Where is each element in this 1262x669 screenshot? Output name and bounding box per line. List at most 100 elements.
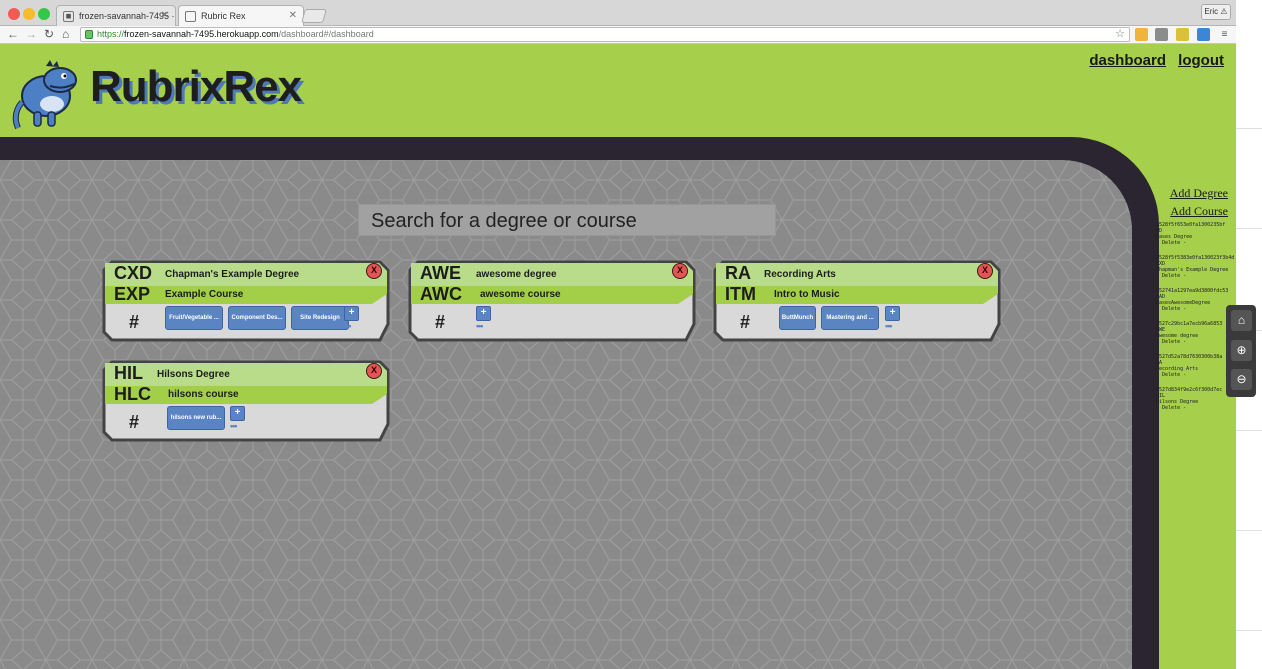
maximize-window-button[interactable] <box>38 8 50 20</box>
delete-link[interactable]: - Delete - <box>1156 372 1236 378</box>
rubric-chip[interactable]: Fruit/Vegetable ... <box>165 306 223 330</box>
search-input[interactable]: Search for a degree or course <box>358 204 776 236</box>
url-scheme: https:// <box>97 29 125 39</box>
degree-name: awesome degree <box>476 269 557 280</box>
course-name: awesome course <box>480 289 561 300</box>
top-nav: dashboard logout <box>1081 52 1224 69</box>
sidebar-degree-entry: 5528f5f653e0fa1300235bf BD Kases Degree … <box>1156 222 1236 246</box>
dinosaur-logo-icon <box>8 56 88 141</box>
delete-link[interactable]: - Delete - <box>1156 273 1236 279</box>
minimize-window-button[interactable] <box>23 8 35 20</box>
add-course-link[interactable]: Add Course <box>1156 204 1236 219</box>
new-tab-button[interactable] <box>301 9 327 23</box>
course-name: Example Course <box>165 289 244 300</box>
sidebar-degree-entry: 552741a1297ea9d3800fdc53 KAD KasesAwesom… <box>1156 288 1236 312</box>
delete-link[interactable]: - Delete - <box>1156 405 1236 411</box>
delete-degree-button[interactable]: X <box>366 363 382 379</box>
degree-sidebar: Add Degree Add Course 5528f5f653e0fa1300… <box>1156 186 1236 420</box>
delete-degree-button[interactable]: X <box>977 263 993 279</box>
zoom-in-icon[interactable]: ⊕ <box>1231 340 1252 361</box>
rubric-chip[interactable]: Mastering and ... <box>821 306 879 330</box>
home-icon[interactable]: ⌂ <box>62 27 69 41</box>
degree-code: AWE <box>420 263 462 283</box>
forward-icon[interactable]: → <box>25 27 37 41</box>
dashboard-link[interactable]: dashboard <box>1089 52 1166 69</box>
url-path: /dashboard#/dashboard <box>278 29 374 39</box>
delete-link[interactable]: - Delete - <box>1156 240 1236 246</box>
degree-name: Chapman's Example Degree <box>165 269 300 280</box>
course-number-label: # <box>129 412 140 432</box>
page: RubrixRex dashboard logout Search for a … <box>0 44 1236 669</box>
menu-icon[interactable]: ≡ <box>1218 28 1231 41</box>
course-name: hilsons course <box>168 389 239 400</box>
degree-id: 552741a1297ea9d3800fdc53 <box>1156 288 1229 294</box>
delete-link[interactable]: - Delete - <box>1156 339 1236 345</box>
course-name: Intro to Music <box>774 289 840 300</box>
more-icon[interactable]: ••• <box>230 421 238 431</box>
map-controls: ⌂ ⊕ ⊖ <box>1226 305 1256 397</box>
extension-icon[interactable] <box>1155 28 1168 41</box>
degree-card[interactable]: RA Recording Arts X ITM Intro to Music #… <box>713 260 1001 342</box>
sidebar-degree-entry: 5527d834f9e2c6f300d7ec HIL Hilsons Degre… <box>1156 387 1236 411</box>
sidebar-degree-entry: 5527c29bc1a7ecb96a6853 AWE awesome degre… <box>1156 321 1236 345</box>
browser-window: ◼ frozen-savannah-7495 · Gi ✕ Rubric Rex… <box>0 0 1236 669</box>
close-tab-icon[interactable]: ✕ <box>289 10 297 21</box>
logout-link[interactable]: logout <box>1178 52 1224 69</box>
tab-strip: ◼ frozen-savannah-7495 · Gi ✕ Rubric Rex… <box>0 0 1236 27</box>
extension-icon[interactable] <box>1176 28 1189 41</box>
lock-icon <box>85 30 93 39</box>
degree-name: Hilsons Degree <box>157 369 230 380</box>
zoom-out-icon[interactable]: ⊖ <box>1231 369 1252 390</box>
course-number-label: # <box>129 312 140 332</box>
delete-degree-button[interactable]: X <box>366 263 382 279</box>
degree-card[interactable]: CXD Chapman's Example Degree X EXP Examp… <box>102 260 390 342</box>
tab-github[interactable]: ◼ frozen-savannah-7495 · Gi ✕ <box>56 5 176 27</box>
sidebar-degree-entry: 5528f5f5383e0fa130023f3b4d CXD Chapman's… <box>1156 255 1236 279</box>
rubric-chip[interactable]: Site Redesign <box>291 306 349 330</box>
add-rubric-button[interactable]: + <box>885 306 900 321</box>
add-rubric-button[interactable]: + <box>230 406 245 421</box>
degree-card[interactable]: HIL Hilsons Degree X HLC hilsons course … <box>102 360 390 442</box>
url-domain: frozen-savannah-7495.herokuapp.com <box>124 29 279 39</box>
browser-toolbar: ← → ↻ ⌂ https://frozen-savannah-7495.her… <box>0 26 1236 44</box>
more-icon[interactable]: ••• <box>885 321 893 331</box>
add-rubric-button[interactable]: + <box>476 306 491 321</box>
delete-link[interactable]: - Delete - <box>1156 306 1236 312</box>
add-degree-link[interactable]: Add Degree <box>1156 186 1236 201</box>
sidebar-degree-entry: 5527d52a78d7630300b38a RA Recording Arts… <box>1156 354 1236 378</box>
degree-id: 5528f5f653e0fa1300235bf <box>1156 222 1226 228</box>
profile-button[interactable]: Eric ⚠ <box>1201 4 1231 20</box>
close-tab-icon[interactable]: ✕ <box>161 10 169 21</box>
course-code: AWC <box>420 284 462 304</box>
bookmark-star-icon[interactable]: ☆ <box>1115 28 1125 41</box>
degree-id: 5528f5f5383e0fa130023f3b4d <box>1156 255 1235 261</box>
course-number-label: # <box>740 312 751 332</box>
delete-degree-button[interactable]: X <box>672 263 688 279</box>
rubric-chip[interactable]: ButtMunch <box>779 306 816 330</box>
close-window-button[interactable] <box>8 8 20 20</box>
course-number-label: # <box>435 312 446 332</box>
extension-icon[interactable] <box>1135 28 1148 41</box>
degree-code: HIL <box>114 363 143 383</box>
reload-icon[interactable]: ↻ <box>44 27 54 41</box>
document-icon <box>185 11 196 22</box>
page-icon: ◼ <box>63 11 74 22</box>
extension-icon[interactable] <box>1197 28 1210 41</box>
dashboard-board: Search for a degree or course CXD Chapma… <box>0 160 1132 669</box>
course-code: EXP <box>114 284 151 304</box>
back-icon[interactable]: ← <box>7 27 19 41</box>
tab-label: Rubric Rex <box>201 11 246 21</box>
add-rubric-button[interactable]: + <box>344 306 359 321</box>
dashboard-frame: Search for a degree or course CXD Chapma… <box>0 137 1159 669</box>
degree-card[interactable]: AWE awesome degree X AWC awesome course … <box>408 260 696 342</box>
tab-rubric-rex[interactable]: Rubric Rex ✕ <box>178 5 304 27</box>
degree-code: CXD <box>114 263 153 283</box>
app-logo-text: RubrixRex <box>90 62 302 111</box>
course-code: HLC <box>114 384 151 404</box>
rubric-chip[interactable]: Component Des... <box>228 306 286 330</box>
home-icon[interactable]: ⌂ <box>1231 310 1252 331</box>
more-icon[interactable]: ••• <box>476 321 484 331</box>
address-bar[interactable]: https://frozen-savannah-7495.herokuapp.c… <box>80 27 1130 42</box>
rubric-chip[interactable]: hilsons new rub... <box>167 406 225 430</box>
more-icon[interactable]: ••• <box>344 321 352 331</box>
